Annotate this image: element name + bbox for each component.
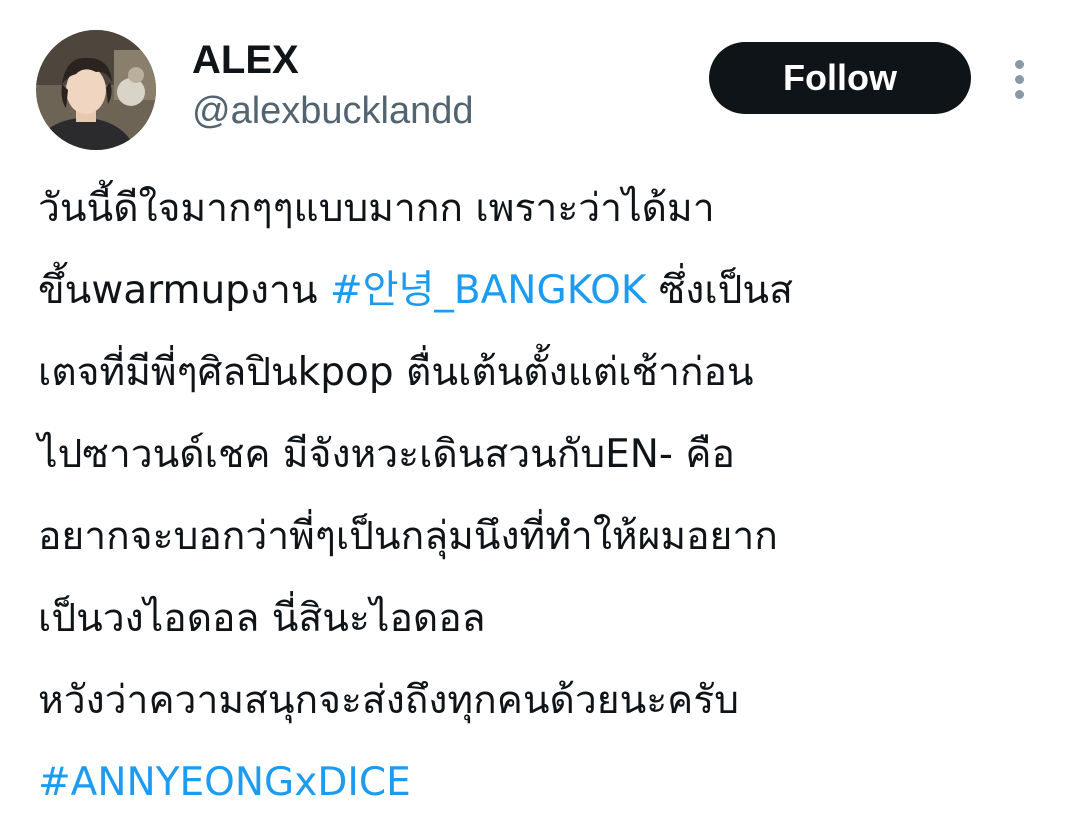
tweet-line: วันนี้ดีใจมากๆๆแบบมากก เพราะว่าได้มา bbox=[38, 186, 715, 231]
tweet-line: เตจที่มีพี่ๆศิลปินkpop ตื่นเต้นตั้งแต่เช… bbox=[38, 350, 754, 395]
hashtag-link[interactable]: #안녕_BANGKOK bbox=[330, 268, 646, 313]
tweet-text-segment: ซึ่งเป็นส bbox=[646, 268, 793, 313]
author-name[interactable]: ALEX bbox=[192, 36, 299, 84]
author-handle[interactable]: @alexbucklandd bbox=[192, 88, 474, 134]
tweet-line: ขึ้นwarmupงาน #안녕_BANGKOK ซึ่งเป็นส bbox=[38, 250, 1068, 332]
tweet-text: วันนี้ดีใจมากๆๆแบบมากก เพราะว่าได้มา ขึ้… bbox=[38, 168, 1068, 824]
tweet-line: อยากจะบอกว่าพี่ๆเป็นกลุ่มนึงที่ทำให้ผมอย… bbox=[38, 514, 778, 559]
more-vertical-icon[interactable] bbox=[1006, 58, 1034, 100]
follow-button[interactable]: Follow bbox=[709, 42, 971, 114]
tweet-line: ไปซาวนด์เชค มีจังหวะเดินสวนกับEN- คือ bbox=[38, 432, 735, 477]
tweet-line: เป็นวงไอดอล นี่สินะไอดอล bbox=[38, 596, 486, 641]
tweet-text-segment: ขึ้นwarmupงาน bbox=[38, 268, 330, 313]
hashtag-link[interactable]: #ANNYEONGxDICE bbox=[38, 760, 411, 805]
tweet-card: ALEX @alexbucklandd Follow วันนี้ดีใจมาก… bbox=[0, 0, 1080, 834]
avatar[interactable] bbox=[36, 30, 156, 150]
avatar-image bbox=[36, 30, 156, 150]
tweet-line: #ANNYEONGxDICE bbox=[38, 742, 1068, 824]
tweet-line: หวังว่าความสนุกจะส่งถึงทุกคนด้วยนะครับ bbox=[38, 678, 739, 723]
